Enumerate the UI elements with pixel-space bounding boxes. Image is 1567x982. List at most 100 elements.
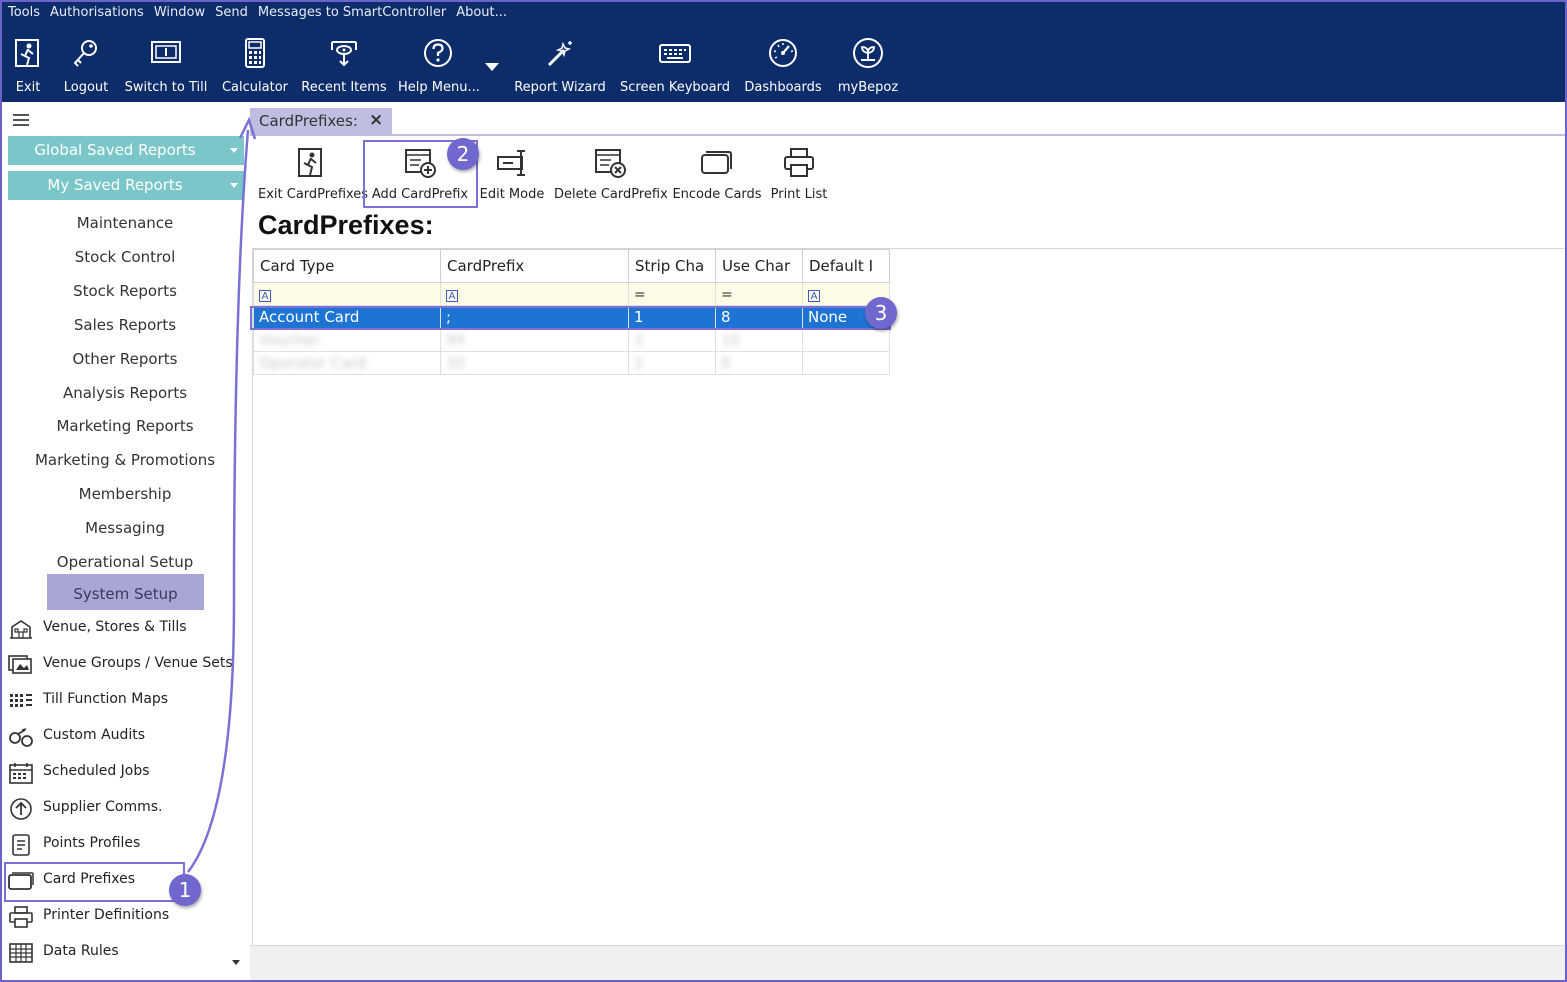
column-header-default[interactable]: Default I <box>802 249 890 283</box>
sidebar-item-sales-reports[interactable]: Sales Reports <box>2 311 248 339</box>
column-header-cardprefix[interactable]: CardPrefix <box>440 249 629 283</box>
sidebar-subitem-data-rules[interactable]: Data Rules <box>6 938 244 968</box>
sidebar-item-messaging[interactable]: Messaging <box>2 514 248 542</box>
cell-strip-char: 2 <box>628 351 716 375</box>
dashboard-gauge-icon <box>769 39 797 67</box>
sidebar-item-marketing-reports[interactable]: Marketing Reports <box>2 412 248 440</box>
sidebar-subitem-supplier-comms[interactable]: Supplier Comms. <box>6 794 244 824</box>
sidebar-item-analysis-reports[interactable]: Analysis Reports <box>2 379 248 407</box>
sidebar-item-other-reports[interactable]: Other Reports <box>2 345 248 373</box>
data-grid-icon <box>9 943 33 963</box>
keyboard-icon <box>659 44 691 63</box>
calendar-icon <box>9 763 33 784</box>
sidebar-item-marketing-promotions[interactable]: Marketing & Promotions <box>2 446 248 474</box>
equals-filter-icon: = <box>721 287 733 303</box>
sidebar: Global Saved Reports My Saved Reports Ma… <box>2 102 248 980</box>
filter-cell-card-type[interactable]: A <box>253 282 441 306</box>
sidebar-subitem-label: Till Function Maps <box>43 691 169 707</box>
logout-button[interactable]: Logout <box>58 32 114 100</box>
column-header-use-char[interactable]: Use Char <box>715 249 803 283</box>
switch-to-till-button[interactable]: Switch to Till <box>122 32 210 100</box>
table-row[interactable]: Voucher 99 2 10 <box>253 328 890 352</box>
app-window: Tools Authorisations Window Send Message… <box>0 0 1567 982</box>
sidebar-item-stock-reports[interactable]: Stock Reports <box>2 277 248 305</box>
sidebar-subitem-card-prefixes[interactable]: Card Prefixes <box>6 866 244 896</box>
dashboards-button[interactable]: Dashboards <box>742 32 824 100</box>
sidebar-subitem-venue-groups[interactable]: Venue Groups / Venue Sets <box>6 650 244 680</box>
report-wizard-button[interactable]: Report Wizard <box>512 32 608 100</box>
recent-items-button[interactable]: Recent Items <box>300 32 388 100</box>
edit-mode-button[interactable]: Edit Mode <box>476 142 548 206</box>
tab-cardprefixes[interactable]: CardPrefixes: × <box>250 108 392 134</box>
my-saved-reports-dropdown[interactable]: My Saved Reports <box>8 171 244 200</box>
encode-cards-label: Encode Cards <box>672 187 762 202</box>
sidebar-subitem-label: Printer Definitions <box>43 907 170 923</box>
report-wizard-label: Report Wizard <box>514 80 606 95</box>
sidebar-item-maintenance[interactable]: Maintenance <box>2 209 248 237</box>
mybepoz-button[interactable]: myBepoz <box>834 32 902 100</box>
sidebar-subitem-label: Venue, Stores & Tills <box>43 619 187 635</box>
cell-cardprefix: 30 <box>440 351 629 375</box>
sidebar-subitem-printer-definitions[interactable]: Printer Definitions <box>6 902 244 932</box>
sidebar-subitem-venue-stores-tills[interactable]: Venue, Stores & Tills <box>6 614 244 644</box>
sidebar-scroll-down-icon[interactable] <box>232 960 240 965</box>
sidebar-item-stock-control[interactable]: Stock Control <box>2 243 248 271</box>
exit-button[interactable]: Exit <box>8 32 48 100</box>
calculator-label: Calculator <box>221 80 288 95</box>
sidebar-subitem-label: Venue Groups / Venue Sets <box>43 655 233 671</box>
hamburger-menu-icon[interactable] <box>12 112 30 128</box>
sidebar-subitem-scheduled-jobs[interactable]: Scheduled Jobs <box>6 758 244 788</box>
help-menu-label: Help Menu... <box>398 80 480 95</box>
filter-cell-cardprefix[interactable]: A <box>440 282 629 306</box>
sidebar-item-membership[interactable]: Membership <box>2 480 248 508</box>
recent-items-icon <box>331 41 357 67</box>
menu-messages[interactable]: Messages to SmartController <box>258 5 446 23</box>
menu-authorisations[interactable]: Authorisations <box>50 5 144 23</box>
sidebar-item-operational-setup[interactable]: Operational Setup <box>2 548 248 576</box>
column-header-card-type[interactable]: Card Type <box>253 249 441 283</box>
filter-cell-strip-char[interactable]: = <box>628 282 716 306</box>
sidebar-subitem-points-profiles[interactable]: Points Profiles <box>6 830 244 860</box>
wand-icon <box>547 41 572 67</box>
help-menu-button[interactable]: Help Menu... <box>398 32 480 100</box>
help-menu-dropdown-icon[interactable] <box>482 60 502 74</box>
menu-window[interactable]: Window <box>154 5 205 23</box>
menu-tools[interactable]: Tools <box>8 5 40 23</box>
sidebar-subitem-label: Card Prefixes <box>43 871 136 887</box>
printer-icon <box>784 148 814 177</box>
add-cardprefix-icon <box>405 149 436 178</box>
close-icon[interactable]: × <box>369 110 383 130</box>
table-row[interactable]: Account Card ; 1 8 None <box>253 305 890 329</box>
column-header-strip-char[interactable]: Strip Cha <box>628 249 716 283</box>
header-bar: Tools Authorisations Window Send Message… <box>2 2 1565 102</box>
status-strip <box>250 945 1565 980</box>
sidebar-subitem-till-function-maps[interactable]: Till Function Maps <box>6 686 244 716</box>
encode-cards-button[interactable]: Encode Cards <box>670 142 764 206</box>
cell-use-char: 8 <box>715 351 803 375</box>
filter-cell-use-char[interactable]: = <box>715 282 803 306</box>
help-icon <box>424 39 452 67</box>
cell-cardprefix: 99 <box>440 328 629 352</box>
exit-cardprefixes-button[interactable]: Exit CardPrefixes <box>258 142 368 206</box>
cell-use-char: 10 <box>715 328 803 352</box>
exit-label: Exit <box>15 80 41 95</box>
tab-label: CardPrefixes: <box>259 112 358 130</box>
till-icon <box>151 41 181 63</box>
annotation-badge-2: 2 <box>447 138 479 170</box>
delete-cardprefix-icon <box>595 149 626 178</box>
annotation-badge-3: 3 <box>865 297 897 329</box>
calculator-button[interactable]: Calculator <box>220 32 290 100</box>
sidebar-subitem-label: Data Rules <box>43 943 119 959</box>
sidebar-item-system-setup[interactable]: System Setup <box>47 574 204 610</box>
sidebar-subitem-label: Supplier Comms. <box>43 799 163 815</box>
delete-cardprefix-button[interactable]: Delete CardPrefix <box>554 142 668 206</box>
menu-about[interactable]: About... <box>456 5 507 23</box>
text-filter-icon: A <box>259 290 271 302</box>
screen-keyboard-button[interactable]: Screen Keyboard <box>618 32 732 100</box>
add-cardprefix-label: Add CardPrefix <box>371 187 469 202</box>
print-list-button[interactable]: Print List <box>768 142 830 206</box>
menu-send[interactable]: Send <box>215 5 248 23</box>
table-row[interactable]: Operator Card 30 2 8 <box>253 351 890 375</box>
global-saved-reports-dropdown[interactable]: Global Saved Reports <box>8 136 244 165</box>
sidebar-subitem-custom-audits[interactable]: Custom Audits <box>6 722 244 752</box>
